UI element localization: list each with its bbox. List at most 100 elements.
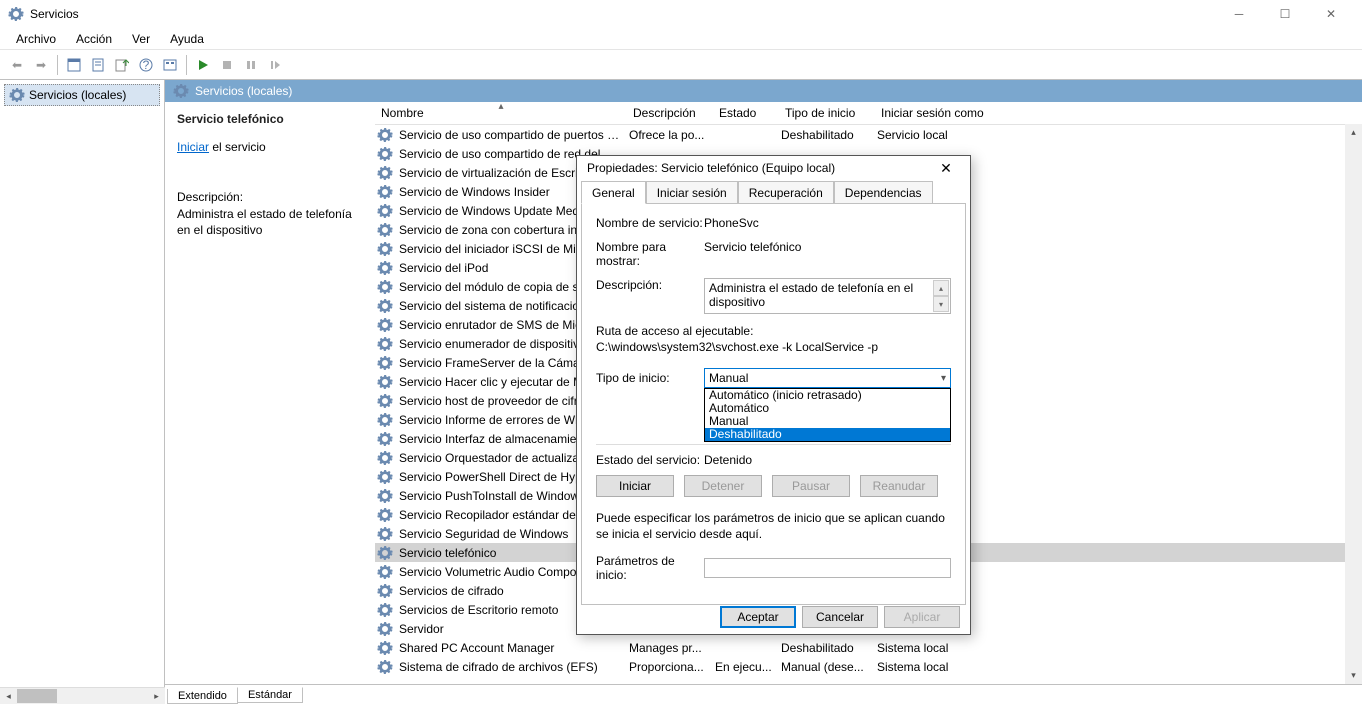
cell-desc: Ofrece la po...	[627, 128, 713, 142]
lbl-start-type: Tipo de inicio:	[596, 371, 704, 385]
cell-name: Sistema de cifrado de archivos (EFS)	[397, 660, 627, 674]
lbl-svc-state: Estado del servicio:	[596, 453, 704, 467]
properties-dialog: Propiedades: Servicio telefónico (Equipo…	[576, 155, 971, 635]
back-button[interactable]: ⬅	[6, 54, 28, 76]
scroll-down-icon[interactable]: ▾	[933, 296, 949, 312]
desc-textbox[interactable]: Administra el estado de telefonía en el …	[704, 278, 951, 314]
tab-standard[interactable]: Estándar	[237, 687, 303, 703]
tree-item-services-local[interactable]: Servicios (locales)	[4, 84, 160, 106]
gear-icon	[377, 279, 393, 295]
separator	[186, 55, 187, 75]
content-header: Servicios (locales)	[165, 80, 1362, 102]
service-row[interactable]: Sistema de cifrado de archivos (EFS) Pro…	[375, 657, 1362, 676]
scroll-up-icon[interactable]: ▴	[1345, 124, 1362, 141]
service-row[interactable]: Servicio de uso compartido de puertos N.…	[375, 125, 1362, 144]
col-state[interactable]: Estado	[713, 102, 779, 124]
col-description[interactable]: Descripción	[627, 102, 713, 124]
tool-export-icon[interactable]	[111, 54, 133, 76]
list-header: ▴ Nombre Descripción Estado Tipo de inic…	[375, 102, 1362, 125]
tab-general[interactable]: General	[581, 181, 646, 204]
tree-pane: Servicios (locales)	[0, 80, 165, 704]
gear-icon	[377, 336, 393, 352]
menu-archivo[interactable]: Archivo	[6, 30, 66, 48]
lbl-svc-name: Nombre de servicio:	[596, 216, 704, 230]
app-icon	[8, 6, 24, 22]
opt-disabled[interactable]: Deshabilitado	[705, 428, 950, 441]
lbl-desc: Descripción:	[596, 278, 704, 292]
cell-name: Servicio de uso compartido de puertos N.…	[397, 128, 627, 142]
sort-asc-icon: ▴	[498, 102, 503, 112]
iniciar-button[interactable]: Iniciar	[596, 475, 674, 497]
detail-pane: Servicio telefónico Iniciar el servicio …	[165, 102, 375, 684]
scroll-right-icon[interactable]: ▸	[148, 688, 165, 704]
tab-iniciar-sesion[interactable]: Iniciar sesión	[646, 181, 738, 204]
gear-icon	[377, 127, 393, 143]
gear-icon	[377, 260, 393, 276]
tool-props-icon[interactable]	[87, 54, 109, 76]
gear-icon	[377, 488, 393, 504]
reanudar-button: Reanudar	[860, 475, 938, 497]
tool-refresh-icon[interactable]	[159, 54, 181, 76]
tab-recuperacion[interactable]: Recuperación	[738, 181, 834, 204]
menu-ver[interactable]: Ver	[122, 30, 160, 48]
cell-state: En ejecu...	[713, 660, 779, 674]
col-start-type[interactable]: Tipo de inicio	[779, 102, 875, 124]
cell-name: Shared PC Account Manager	[397, 641, 627, 655]
detail-service-name: Servicio telefónico	[177, 112, 363, 126]
start-service-icon[interactable]	[192, 54, 214, 76]
cell-start: Deshabilitado	[779, 641, 875, 655]
params-input[interactable]	[704, 558, 951, 578]
cell-logon: Sistema local	[875, 660, 1035, 674]
scroll-down-icon[interactable]: ▾	[1345, 667, 1362, 684]
svg-text:?: ?	[143, 58, 150, 72]
maximize-button[interactable]: ☐	[1262, 0, 1308, 28]
tab-extended[interactable]: Extendido	[167, 689, 238, 704]
cancel-button[interactable]: Cancelar	[802, 606, 878, 628]
minimize-button[interactable]: ─	[1216, 0, 1262, 28]
restart-service-icon[interactable]	[264, 54, 286, 76]
ok-button[interactable]: Aceptar	[720, 606, 796, 628]
val-svc-name: PhoneSvc	[704, 216, 951, 230]
tab-dependencias[interactable]: Dependencias	[834, 181, 933, 204]
lbl-params: Parámetros de inicio:	[596, 554, 704, 582]
gear-icon	[377, 393, 393, 409]
gear-icon	[377, 165, 393, 181]
pause-service-icon[interactable]	[240, 54, 262, 76]
scroll-left-icon[interactable]: ◂	[0, 688, 17, 704]
cell-desc: Proporciona...	[627, 660, 713, 674]
menu-ayuda[interactable]: Ayuda	[160, 30, 214, 48]
horizontal-scrollbar[interactable]: ◂ ▸	[0, 687, 165, 704]
gear-icon	[377, 431, 393, 447]
cell-start: Manual (dese...	[779, 660, 875, 674]
lbl-path: Ruta de acceso al ejecutable:	[596, 324, 951, 338]
apply-button: Aplicar	[884, 606, 960, 628]
dialog-titlebar[interactable]: Propiedades: Servicio telefónico (Equipo…	[577, 156, 970, 180]
dialog-footer: Aceptar Cancelar Aplicar	[577, 605, 970, 634]
param-note: Puede especificar los parámetros de inic…	[596, 511, 951, 542]
dialog-body: Nombre de servicio: PhoneSvc Nombre para…	[581, 203, 966, 605]
vertical-scrollbar[interactable]: ▴ ▾	[1345, 124, 1362, 684]
gear-icon	[9, 87, 25, 103]
gear-icon	[173, 83, 189, 99]
menu-accion[interactable]: Acción	[66, 30, 122, 48]
scroll-up-icon[interactable]: ▴	[933, 280, 949, 296]
gear-icon	[377, 545, 393, 561]
start-link[interactable]: Iniciar	[177, 140, 209, 154]
tool-details-icon[interactable]	[63, 54, 85, 76]
stop-service-icon[interactable]	[216, 54, 238, 76]
tool-help-icon[interactable]: ?	[135, 54, 157, 76]
start-type-select[interactable]: Manual ▾ Automático (inicio retrasado) A…	[704, 368, 951, 388]
forward-button[interactable]: ➡	[30, 54, 52, 76]
gear-icon	[377, 355, 393, 371]
col-name[interactable]: ▴ Nombre	[375, 102, 627, 124]
gear-icon	[377, 222, 393, 238]
toolbar: ⬅ ➡ ?	[0, 50, 1362, 80]
col-logon[interactable]: Iniciar sesión como	[875, 102, 1035, 124]
separator	[57, 55, 58, 75]
service-row[interactable]: Shared PC Account Manager Manages pr... …	[375, 638, 1362, 657]
gear-icon	[377, 640, 393, 656]
dialog-close-icon[interactable]: ✕	[932, 156, 960, 180]
close-button[interactable]: ✕	[1308, 0, 1354, 28]
val-disp-name: Servicio telefónico	[704, 240, 951, 254]
scroll-thumb[interactable]	[17, 689, 57, 703]
